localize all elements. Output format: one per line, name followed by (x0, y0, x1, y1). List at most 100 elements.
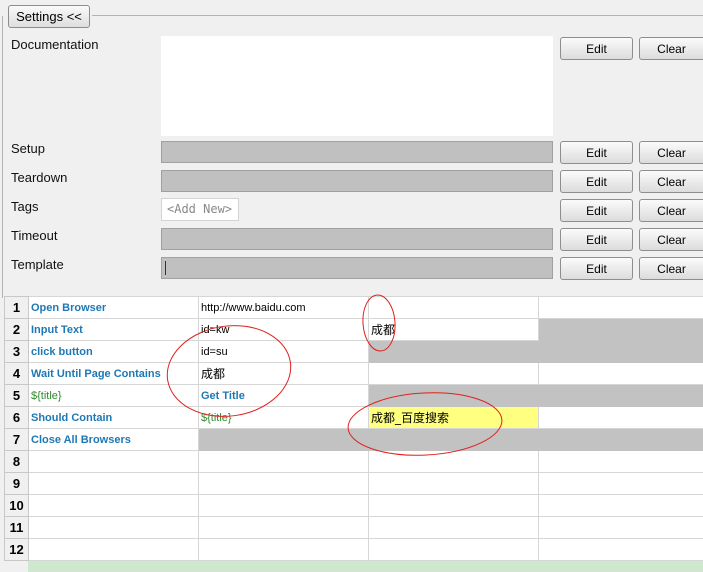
grid-cell[interactable]: Wait Until Page Contains (28, 362, 199, 385)
row-header[interactable]: 8 (4, 450, 29, 473)
teardown-label: Teardown (11, 170, 68, 185)
setup-edit-button[interactable]: Edit (560, 141, 633, 164)
row-header[interactable]: 7 (4, 428, 29, 451)
grid-cell[interactable]: Should Contain (28, 406, 199, 429)
table-row: 1 Open Browser http://www.baidu.com (4, 296, 703, 319)
grid-cell[interactable] (198, 494, 369, 517)
documentation-edit-button[interactable]: Edit (560, 37, 633, 60)
grid-cell[interactable] (28, 494, 199, 517)
row-header[interactable]: 4 (4, 362, 29, 385)
grid-cell[interactable] (538, 472, 703, 495)
grid-cell[interactable]: ${title} (28, 384, 199, 407)
row-header[interactable]: 11 (4, 516, 29, 539)
row-header[interactable]: 10 (4, 494, 29, 517)
grid-cell[interactable] (368, 538, 539, 561)
grid-cell[interactable] (368, 472, 539, 495)
tags-edit-button[interactable]: Edit (560, 199, 633, 222)
grid-cell[interactable]: 成都 (198, 362, 369, 385)
grid-cell[interactable]: 成都 (368, 318, 539, 341)
grid-cell[interactable] (198, 516, 369, 539)
table-row: 10 (4, 494, 703, 517)
grid-cell[interactable] (538, 362, 703, 385)
grid-cell[interactable] (538, 296, 703, 319)
row-header[interactable]: 5 (4, 384, 29, 407)
teardown-clear-button[interactable]: Clear (639, 170, 703, 193)
timeout-edit-button[interactable]: Edit (560, 228, 633, 251)
grid-cell[interactable] (368, 428, 539, 451)
grid-cell[interactable] (368, 494, 539, 517)
tags-add-new-field[interactable]: <Add New> (161, 198, 239, 221)
grid-cell[interactable] (368, 450, 539, 473)
tags-clear-button[interactable]: Clear (639, 199, 703, 222)
settings-toggle-button[interactable]: Settings << (8, 5, 90, 28)
grid-cell[interactable]: Get Title (198, 384, 369, 407)
documentation-clear-button[interactable]: Clear (639, 37, 703, 60)
grid-cell[interactable] (198, 472, 369, 495)
timeout-label: Timeout (11, 228, 58, 243)
setup-clear-button[interactable]: Clear (639, 141, 703, 164)
table-row: 7 Close All Browsers (4, 428, 703, 451)
grid-cell[interactable] (368, 296, 539, 319)
grid-cell[interactable] (538, 428, 703, 451)
row-header[interactable]: 12 (4, 538, 29, 561)
grid-cell[interactable] (28, 472, 199, 495)
grid-cell[interactable]: Close All Browsers (28, 428, 199, 451)
grid-footer-strip (28, 561, 703, 572)
template-clear-button[interactable]: Clear (639, 257, 703, 280)
template-edit-button[interactable]: Edit (560, 257, 633, 280)
grid-cell[interactable]: click button (28, 340, 199, 363)
grid-cell[interactable] (538, 538, 703, 561)
grid-cell[interactable] (368, 384, 539, 407)
setup-label: Setup (11, 141, 45, 156)
grid-cell[interactable] (28, 450, 199, 473)
text-caret (165, 261, 166, 275)
grid-cell[interactable] (538, 494, 703, 517)
setup-field[interactable] (161, 141, 553, 163)
table-row: 6 Should Contain ${title} 成都_百度搜索 (4, 406, 703, 429)
timeout-clear-button[interactable]: Clear (639, 228, 703, 251)
teardown-field[interactable] (161, 170, 553, 192)
grid-cell[interactable] (538, 384, 703, 407)
grid-cell[interactable] (368, 516, 539, 539)
grid-cell[interactable] (538, 318, 703, 341)
grid-cell[interactable]: Open Browser (28, 296, 199, 319)
grid-cell[interactable] (538, 340, 703, 363)
documentation-field[interactable] (161, 36, 553, 136)
grid-cell-highlighted[interactable]: 成都_百度搜索 (368, 406, 539, 429)
timeout-field[interactable] (161, 228, 553, 250)
grid-cell[interactable]: id=kw (198, 318, 369, 341)
table-row: 12 (4, 538, 703, 561)
grid-cell[interactable] (28, 538, 199, 561)
table-row: 8 (4, 450, 703, 473)
table-row: 9 (4, 472, 703, 495)
grid-cell[interactable] (538, 406, 703, 429)
table-row: 5 ${title} Get Title (4, 384, 703, 407)
teardown-edit-button[interactable]: Edit (560, 170, 633, 193)
grid-cell[interactable]: http://www.baidu.com (198, 296, 369, 319)
grid-cell[interactable] (28, 516, 199, 539)
row-header[interactable]: 6 (4, 406, 29, 429)
grid-cell[interactable] (538, 450, 703, 473)
table-row: 4 Wait Until Page Contains 成都 (4, 362, 703, 385)
table-row: 2 Input Text id=kw 成都 (4, 318, 703, 341)
grid-cell[interactable] (538, 516, 703, 539)
table-row: 11 (4, 516, 703, 539)
settings-left-border (2, 16, 3, 298)
grid-cell[interactable] (368, 340, 539, 363)
row-header[interactable]: 2 (4, 318, 29, 341)
grid-cell[interactable]: id=su (198, 340, 369, 363)
grid-cell[interactable] (368, 362, 539, 385)
grid-cell[interactable] (198, 428, 369, 451)
grid-cell[interactable] (198, 538, 369, 561)
row-header[interactable]: 3 (4, 340, 29, 363)
grid-cell[interactable] (198, 450, 369, 473)
test-steps-grid: 1 Open Browser http://www.baidu.com 2 In… (4, 296, 703, 561)
tags-label: Tags (11, 199, 39, 214)
template-label: Template (11, 257, 64, 272)
table-row: 3 click button id=su (4, 340, 703, 363)
template-field[interactable] (161, 257, 553, 279)
row-header[interactable]: 1 (4, 296, 29, 319)
row-header[interactable]: 9 (4, 472, 29, 495)
grid-cell[interactable]: ${title} (198, 406, 369, 429)
grid-cell[interactable]: Input Text (28, 318, 199, 341)
